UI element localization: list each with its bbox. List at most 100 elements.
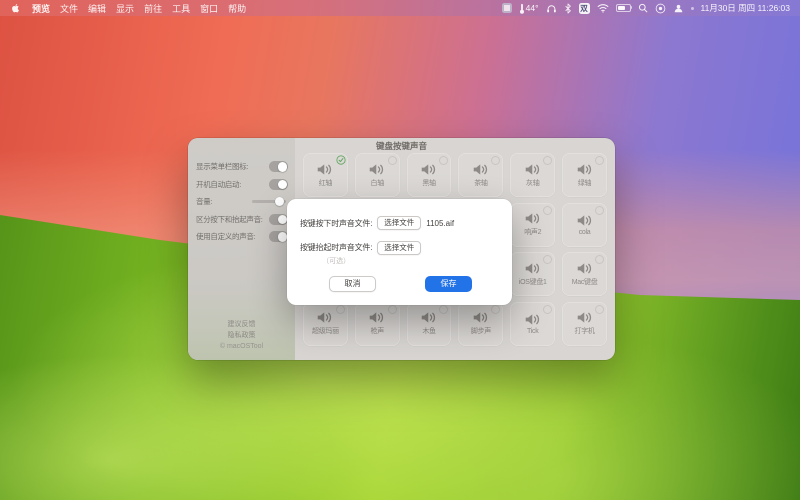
- sound-tile-cola[interactable]: cola: [562, 203, 607, 247]
- tile-label: 茶轴: [474, 178, 487, 188]
- sound-tile-枪声[interactable]: 枪声: [355, 302, 400, 346]
- tile-label: 红轴: [319, 178, 332, 188]
- radio-icon: [336, 305, 345, 314]
- tile-label: 枪声: [371, 326, 384, 336]
- tile-label: 超级玛丽: [312, 326, 339, 336]
- menu-item[interactable]: 前往: [139, 2, 167, 15]
- tile-label: cola: [579, 229, 591, 236]
- menu-bar-clock[interactable]: 11月30日 周四 11:26:03: [701, 2, 790, 14]
- tile-label: Mac键盘: [572, 277, 598, 287]
- setting-row: 音量:: [188, 193, 295, 211]
- speaker-icon: [577, 214, 593, 227]
- battery-icon[interactable]: [616, 4, 631, 13]
- speaker-icon: [525, 313, 541, 326]
- setting-label: 显示菜单栏图标:: [196, 161, 248, 172]
- speaker-icon: [577, 262, 593, 275]
- menu-item[interactable]: 显示: [111, 2, 139, 15]
- toggle-knob: [278, 232, 288, 242]
- menu-item[interactable]: 预览: [27, 2, 55, 15]
- bluetooth-icon[interactable]: [564, 3, 572, 14]
- sidebar-settings: 显示菜单栏图标:开机自动启动:音量:区分按下和抬起声音:使用自定义的声音:: [188, 158, 295, 246]
- radio-icon: [388, 156, 397, 165]
- speaker-icon: [473, 311, 489, 324]
- radio-icon: [543, 305, 552, 314]
- control-center-icon[interactable]: [655, 3, 666, 14]
- setting-row: 开机自动启动:: [188, 176, 295, 194]
- sound-tile-黑轴[interactable]: 黑轴: [407, 153, 452, 197]
- choose-press-file-button[interactable]: 选择文件: [377, 216, 421, 230]
- sound-tile-打字机[interactable]: 打字机: [562, 302, 607, 346]
- thermometer-icon: [519, 3, 525, 14]
- radio-icon: [595, 305, 604, 314]
- file-dialog: 按键按下时声音文件: 选择文件 1105.aif 按键抬起时声音文件: （可选）…: [287, 199, 512, 305]
- sound-tile-脚步声[interactable]: 脚步声: [458, 302, 503, 346]
- sound-tile-木鱼[interactable]: 木鱼: [407, 302, 452, 346]
- footer-link[interactable]: 建议反馈: [188, 320, 295, 331]
- search-icon[interactable]: [638, 3, 648, 13]
- sound-tile-绿轴[interactable]: 绿轴: [562, 153, 607, 197]
- radio-icon: [439, 305, 448, 314]
- user-switch-icon[interactable]: [673, 3, 684, 14]
- sidebar-footer: 建议反馈隐私政策 © macOSTool: [188, 320, 295, 353]
- toggle-knob: [278, 215, 288, 225]
- speaker-icon: [317, 311, 333, 324]
- release-sound-label: 按键抬起时声音文件:: [300, 241, 372, 254]
- sound-tile-Tick[interactable]: Tick: [510, 302, 555, 346]
- speaker-icon: [317, 163, 333, 176]
- menu-bar: 预览文件编辑显示前往工具窗口帮助 44° 双: [0, 0, 800, 16]
- sound-tile-iOS键盘1[interactable]: iOS键盘1: [510, 252, 555, 296]
- menu-item[interactable]: 编辑: [83, 2, 111, 15]
- sound-tile-响声2[interactable]: 响声2: [510, 203, 555, 247]
- sound-tile-灰轴[interactable]: 灰轴: [510, 153, 555, 197]
- tile-label: 绿轴: [578, 178, 591, 188]
- tile-label: 木鱼: [422, 326, 435, 336]
- menu-items: 预览文件编辑显示前往工具窗口帮助: [27, 2, 251, 15]
- input-method-icon[interactable]: 双: [579, 3, 590, 14]
- speaker-icon: [577, 311, 593, 324]
- radio-icon: [388, 305, 397, 314]
- toggle-switch[interactable]: [269, 231, 288, 242]
- toggle-knob: [278, 162, 288, 172]
- slider-knob[interactable]: [275, 197, 284, 206]
- toggle-switch[interactable]: [269, 161, 288, 172]
- radio-icon: [491, 305, 500, 314]
- apple-menu-icon[interactable]: [10, 2, 21, 14]
- sound-tile-茶轴[interactable]: 茶轴: [458, 153, 503, 197]
- menu-extra-dot: [691, 7, 694, 10]
- sound-tile-超级玛丽[interactable]: 超级玛丽: [303, 302, 348, 346]
- sound-tile-Mac键盘[interactable]: Mac键盘: [562, 252, 607, 296]
- speaker-icon: [525, 212, 541, 225]
- speaker-icon: [421, 163, 437, 176]
- setting-row: 显示菜单栏图标:: [188, 158, 295, 176]
- menu-item[interactable]: 窗口: [195, 2, 223, 15]
- wifi-icon[interactable]: [597, 3, 609, 13]
- choose-release-file-button[interactable]: 选择文件: [377, 241, 421, 255]
- setting-row: 区分按下和抬起声音:: [188, 211, 295, 229]
- save-button[interactable]: 保存: [425, 276, 472, 292]
- optional-hint: （可选）: [322, 256, 350, 266]
- temperature-item[interactable]: 44°: [519, 3, 539, 14]
- desktop: 预览文件编辑显示前往工具窗口帮助 44° 双: [0, 0, 800, 500]
- sound-tile-白轴[interactable]: 白轴: [355, 153, 400, 197]
- sidebar: 显示菜单栏图标:开机自动启动:音量:区分按下和抬起声音:使用自定义的声音: 建议…: [188, 138, 295, 360]
- speaker-icon: [577, 163, 593, 176]
- menu-item[interactable]: 文件: [55, 2, 83, 15]
- app-menubar-icon[interactable]: [502, 3, 512, 13]
- release-sound-row: 按键抬起时声音文件: （可选） 选择文件: [300, 241, 421, 266]
- radio-icon: [439, 156, 448, 165]
- toggle-switch[interactable]: [269, 179, 288, 190]
- cancel-button[interactable]: 取消: [329, 276, 376, 292]
- toggle-switch[interactable]: [269, 214, 288, 225]
- volume-slider[interactable]: [252, 200, 286, 203]
- headphones-icon[interactable]: [546, 3, 557, 14]
- speaker-icon: [369, 163, 385, 176]
- footer-link[interactable]: 隐私政策: [188, 331, 295, 342]
- tile-label: 打字机: [575, 326, 595, 336]
- menu-item[interactable]: 帮助: [223, 2, 251, 15]
- radio-icon: [595, 206, 604, 215]
- speaker-icon: [421, 311, 437, 324]
- menu-item[interactable]: 工具: [167, 2, 195, 15]
- sound-tile-红轴[interactable]: 红轴: [303, 153, 348, 197]
- radio-icon: [595, 255, 604, 264]
- press-file-name: 1105.aif: [426, 219, 454, 228]
